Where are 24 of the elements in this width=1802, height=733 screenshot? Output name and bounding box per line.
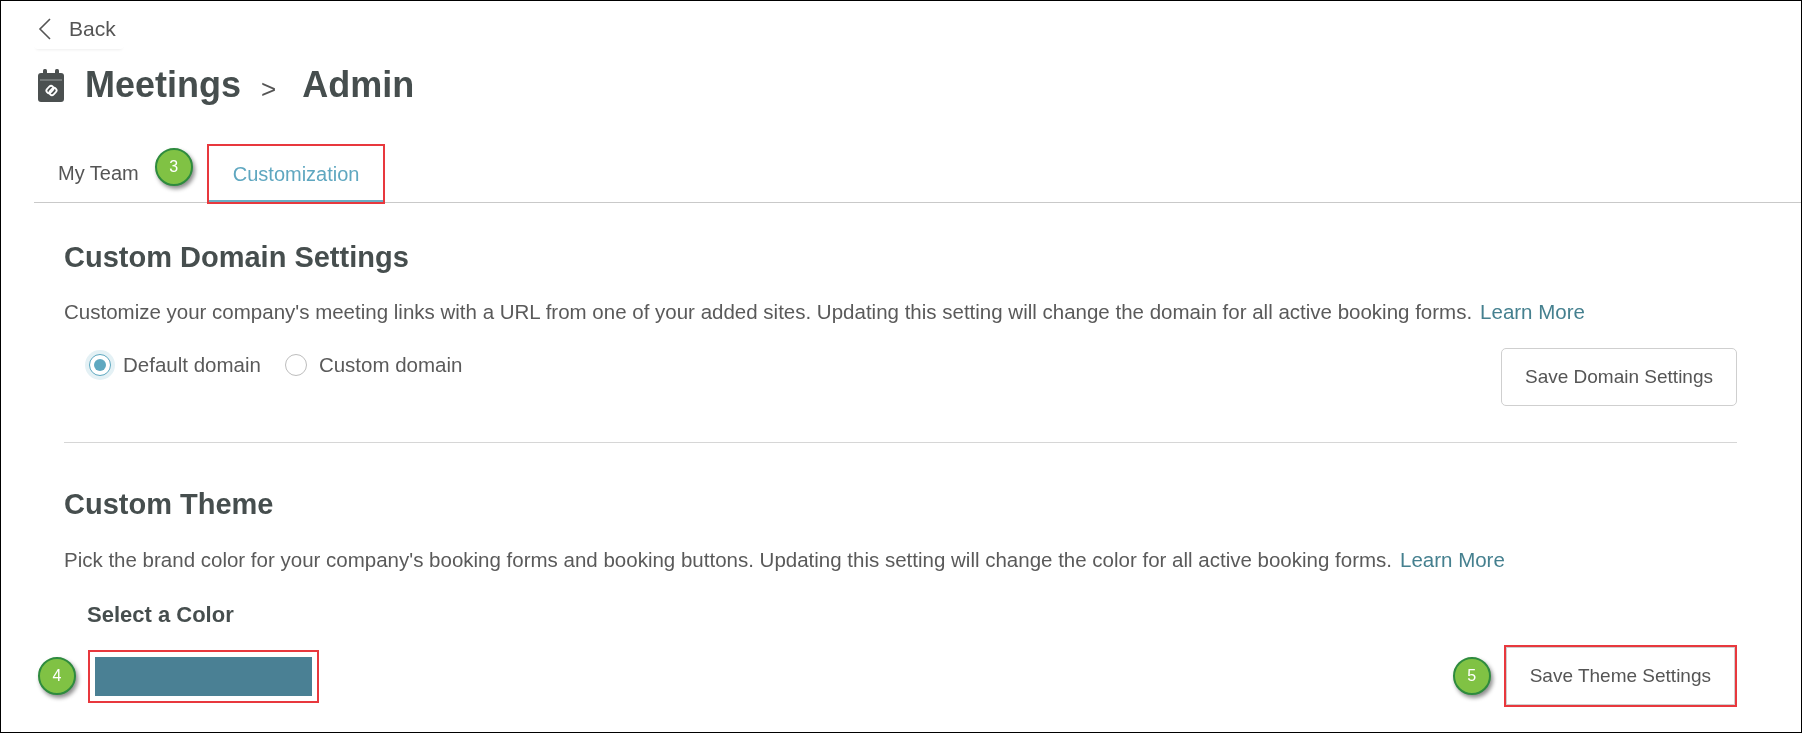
color-swatch[interactable] <box>95 656 312 696</box>
step-number-badge: 5 <box>1452 657 1491 695</box>
learn-more-link[interactable]: Learn More <box>1400 548 1505 571</box>
tab[interactable]: My Team <box>34 144 153 202</box>
step-number-badge: 4 <box>38 657 76 695</box>
save-button[interactable]: Save Theme Settings <box>1505 647 1735 705</box>
breadcrumb-separator: > <box>261 74 277 104</box>
section-title: Custom Theme <box>64 487 275 522</box>
radio-button[interactable] <box>284 354 307 376</box>
chevron-left-icon <box>38 17 52 40</box>
radio-button[interactable] <box>89 354 111 376</box>
learn-more-link[interactable]: Learn More <box>1480 300 1585 323</box>
back-button[interactable]: Back <box>34 10 124 49</box>
section-description: Pick the brand color for your company's booking forms and booking buttons. Updating this setting will change the color for all active booking forms. Learn More <box>64 547 1506 573</box>
breadcrumb-link[interactable]: Meetings <box>85 63 242 107</box>
save-button[interactable]: Save Domain Settings <box>1501 348 1737 406</box>
calendar-icon <box>38 68 64 102</box>
radio-label[interactable]: Custom domain <box>318 353 463 377</box>
section-title: Custom Domain Settings <box>64 240 410 275</box>
step-number-badge: 3 <box>154 148 193 186</box>
section-description: Customize your company's meeting links with a URL from one of your added sites. Updating this setting will change the domain for all active booking forms. Learn More <box>64 299 1586 325</box>
page-title: Admin <box>302 63 415 107</box>
radio-label[interactable]: Default domain <box>123 353 261 377</box>
field-label: Select a Color <box>87 601 235 629</box>
